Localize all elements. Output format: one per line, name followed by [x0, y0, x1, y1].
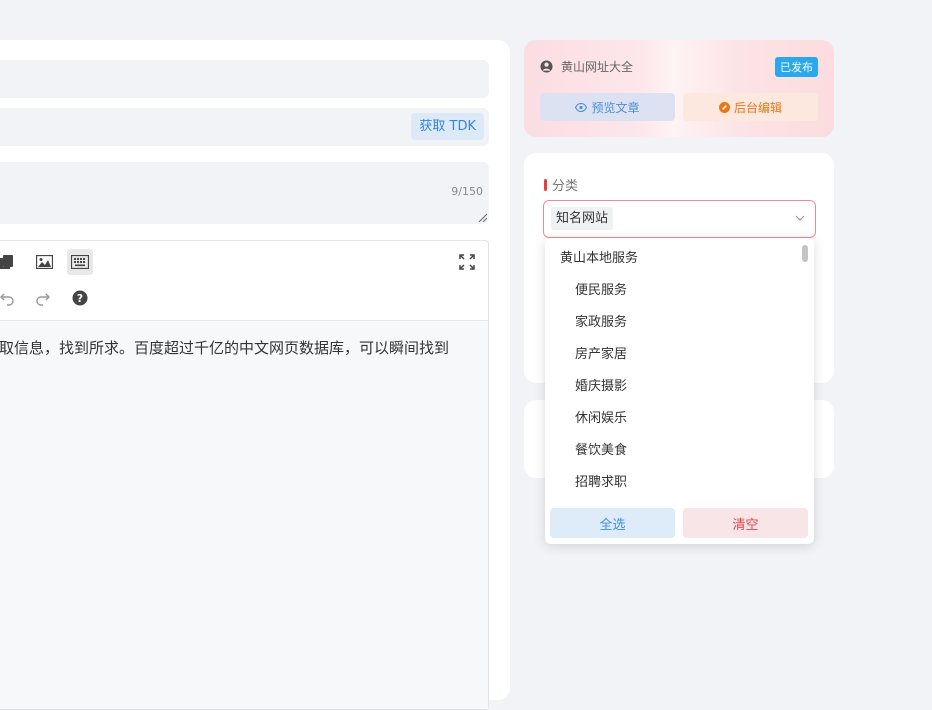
dropdown-scrollbar[interactable] — [802, 245, 808, 262]
url-input[interactable]: 获取 TDK — [0, 108, 489, 146]
category-dropdown: 黄山本地服务 便民服务 家政服务 房产家居 婚庆摄影 休闲娱乐 餐饮美食 招聘求… — [545, 238, 814, 544]
image-icon[interactable] — [31, 249, 57, 275]
dropdown-item[interactable]: 休闲娱乐 — [575, 403, 627, 435]
selected-category-tag[interactable]: 知名网站 — [551, 207, 614, 230]
editor-content-text[interactable]: 取信息，找到所求。百度超过千亿的中文网页数据库，可以瞬间找到 — [0, 337, 474, 358]
chevron-down-icon[interactable] — [795, 213, 805, 223]
category-select[interactable]: 知名网站 — [543, 200, 816, 238]
resize-handle-icon[interactable] — [477, 212, 487, 222]
site-name: 黄山网址大全 — [561, 60, 634, 74]
editor-content-area[interactable] — [0, 321, 488, 709]
dropdown-item[interactable]: 招聘求职 — [575, 467, 627, 499]
rich-text-editor: ? 取信息，找到所求。百度超过千亿的中文网页数据库，可以瞬间找到 — [0, 240, 489, 710]
status-badge: 已发布 — [775, 57, 818, 77]
eye-icon — [575, 102, 588, 112]
dropdown-group-huangshan[interactable]: 黄山本地服务 — [560, 243, 638, 275]
description-textarea[interactable]: 9/150 — [0, 162, 489, 224]
svg-text:?: ? — [77, 292, 83, 305]
help-icon[interactable]: ? — [67, 285, 93, 311]
copy-icon[interactable] — [0, 249, 20, 275]
dropdown-item[interactable]: 便民服务 — [575, 275, 627, 307]
select-all-button[interactable]: 全选 — [550, 508, 675, 538]
preview-article-button[interactable]: 预览文章 — [540, 93, 675, 121]
dropdown-item[interactable]: 房产家居 — [575, 339, 627, 371]
edit-icon — [718, 101, 730, 113]
undo-icon[interactable] — [0, 285, 20, 311]
site-info: 黄山网址大全 — [540, 58, 633, 75]
dropdown-item[interactable]: 餐饮美食 — [575, 435, 627, 467]
edit-label: 后台编辑 — [733, 100, 782, 115]
char-counter: 9/150 — [451, 185, 483, 198]
preview-label: 预览文章 — [591, 100, 640, 115]
article-form-card: 获取 TDK 9/150 ? 取信息，找到所求。百度超过千亿的中文网页数据库，可… — [0, 40, 510, 710]
title-input[interactable] — [0, 60, 489, 98]
fetch-tdk-button[interactable]: 获取 TDK — [411, 113, 484, 140]
backend-edit-button[interactable]: 后台编辑 — [683, 93, 818, 121]
keyboard-icon[interactable] — [67, 249, 93, 275]
redo-icon[interactable] — [30, 285, 56, 311]
fullscreen-icon[interactable] — [454, 249, 480, 275]
publish-status-card: 黄山网址大全 已发布 预览文章 后台编辑 — [524, 40, 834, 137]
user-icon — [540, 60, 553, 73]
dropdown-item[interactable]: 家政服务 — [575, 307, 627, 339]
category-label: 分类 — [544, 175, 578, 194]
clear-button[interactable]: 清空 — [683, 508, 808, 538]
editor-toolbar: ? — [0, 241, 488, 321]
dropdown-item[interactable]: 婚庆摄影 — [575, 371, 627, 403]
